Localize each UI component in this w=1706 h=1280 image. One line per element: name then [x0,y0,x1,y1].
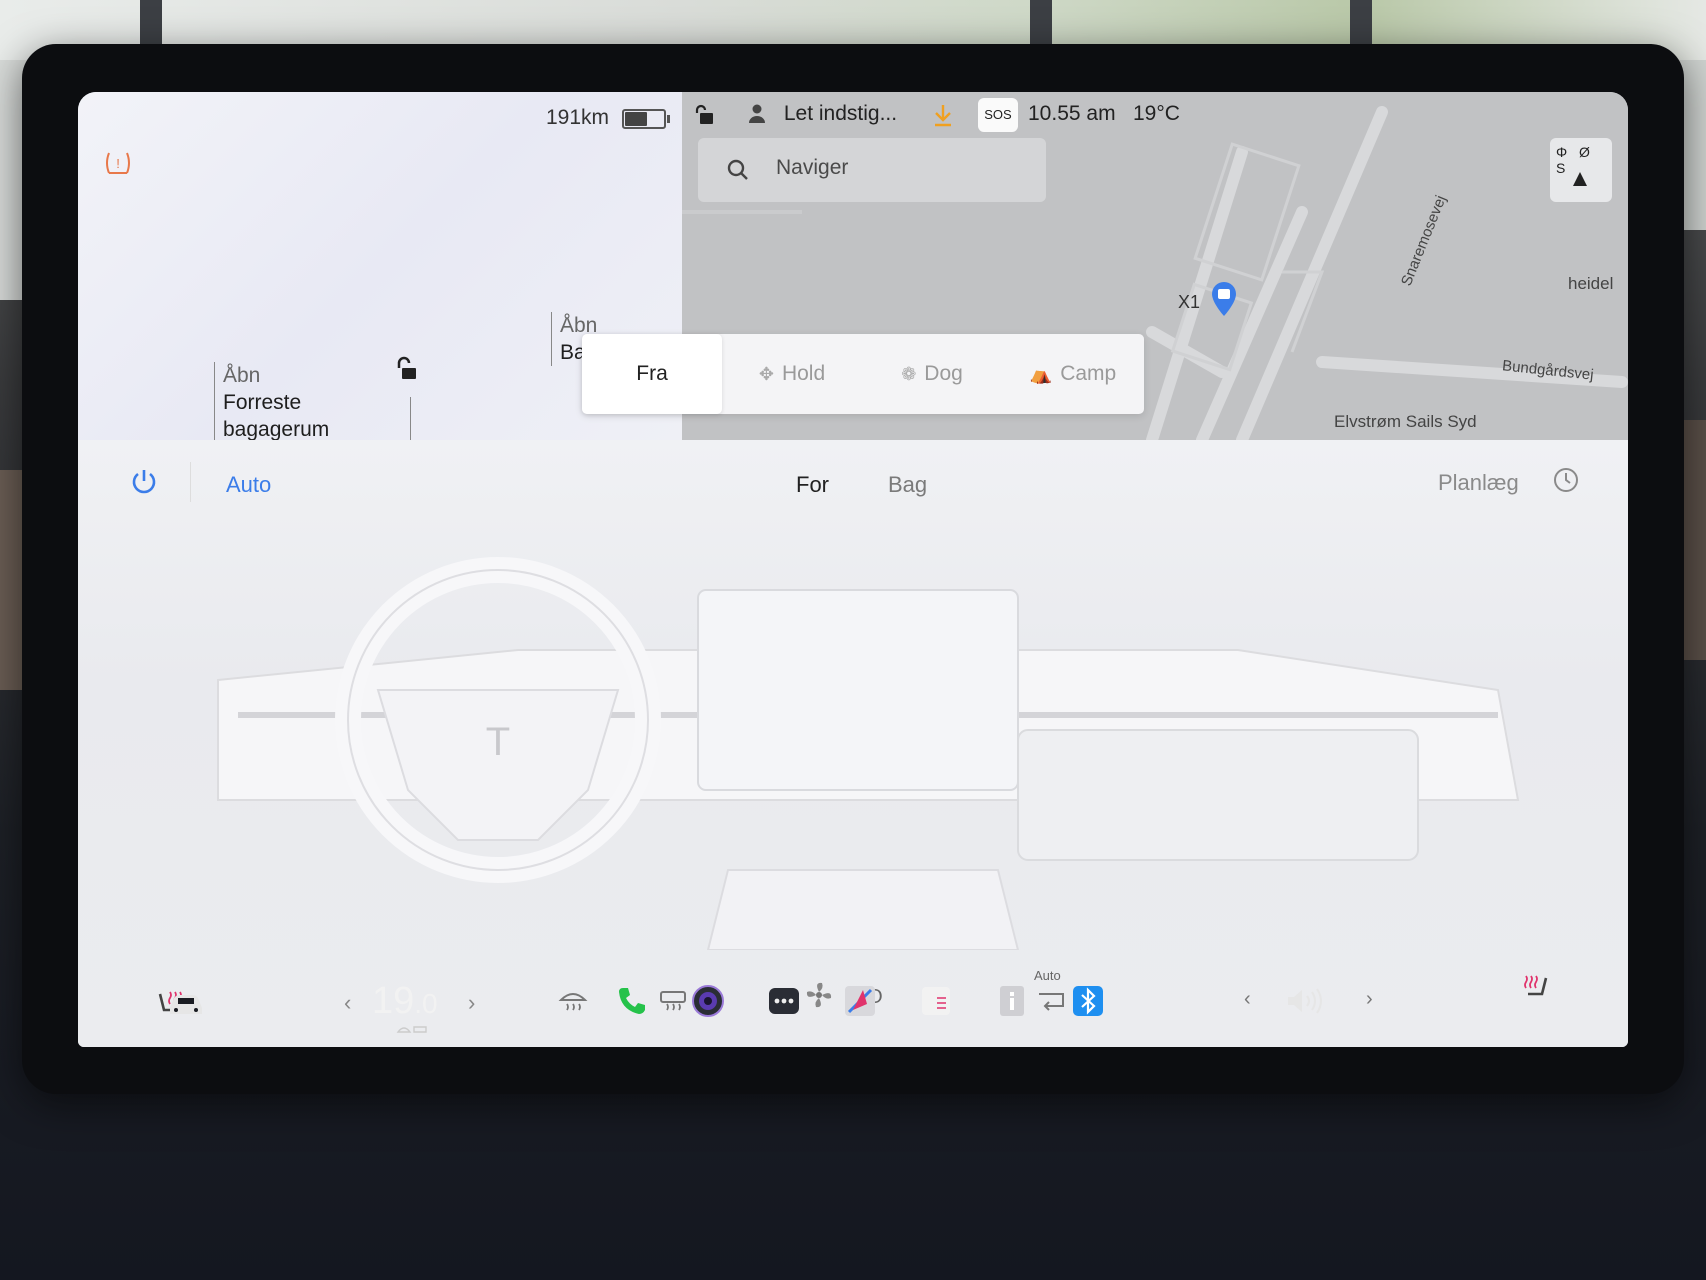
climate-panel: Auto For Bag Planlæg T Auto [78,440,1628,1047]
front-trunk-label-1: Forreste [223,391,302,414]
tab-rear[interactable]: Bag [888,472,927,498]
mode-dog-button[interactable]: ❁ Dog [862,334,1002,414]
power-icon[interactable] [130,468,158,496]
tab-front[interactable]: For [796,472,829,498]
paw-icon: ❁ [901,364,917,384]
open-front-trunk-button[interactable]: Åbn Forreste bagagerum [214,362,329,443]
svg-text:!: ! [116,156,120,171]
fan-icon: ✥ [758,364,774,384]
defrost-status-icon [396,1026,427,1033]
battery-nub [667,115,670,123]
heading-arrow-icon [1573,172,1587,186]
touchscreen: ! 191km Åbn Forreste bagagerum Åbn Ba Le… [78,92,1628,1047]
map-place-label: heidel [1568,274,1614,293]
volume-down-button[interactable]: ‹ [1244,988,1251,1011]
mode-camp-button[interactable]: ⛺ Camp [1002,334,1144,414]
compass-button[interactable]: Φ Ø S [1550,138,1612,202]
temp-increase-button[interactable]: › [468,990,475,1016]
search-icon [727,159,748,180]
person-icon [749,104,765,123]
cabin-overheat-selector: Fra ✥ Hold ❁ Dog ⛺ Camp [582,334,1144,414]
navigation-icon[interactable] [843,984,877,1018]
car-icon[interactable] [166,992,206,1018]
profile-name: Let indstig... [783,102,898,125]
cabin-temperature[interactable]: 19.0 [372,980,438,1023]
search-placeholder: Naviger [776,156,849,179]
front-trunk-action: Åbn [223,364,261,387]
navigation-search-field[interactable]: Naviger [698,138,1046,202]
map-place-label: Elvstrøm Sails Syd [1334,412,1477,431]
tent-icon: ⛺ [1029,364,1053,384]
outside-temperature: 19°C [1133,102,1180,125]
temp-decrease-button[interactable]: ‹ [344,990,351,1016]
svg-text:T: T [486,720,510,764]
unlock-icon[interactable] [394,356,420,382]
volume-up-button[interactable]: › [1366,988,1373,1011]
clock: 10.55 am [1028,102,1116,125]
clock-icon[interactable] [1552,466,1580,494]
bluetooth-icon[interactable] [1071,984,1105,1018]
manual-icon[interactable] [995,984,1029,1018]
divider [190,462,191,502]
mode-camp-label: Camp [1060,362,1117,385]
range-readout: 191km [546,106,610,129]
status-bar: Let indstig... SOS 10.55 am 19°C [682,92,1628,136]
sos-button[interactable]: SOS [978,98,1018,132]
mode-off-button[interactable]: Fra [582,334,722,414]
more-icon[interactable] [767,984,801,1018]
map-poi-label: X1 [1178,292,1201,312]
tire-pressure-warning-icon[interactable]: ! [104,150,132,176]
mode-keep-button[interactable]: ✥ Hold [722,334,862,414]
calendar-icon[interactable] [919,984,953,1018]
battery-fill [625,112,647,126]
cabin-interior-illustration: T [217,557,1520,950]
schedule-button[interactable]: Planlæg [1438,470,1519,496]
phone-icon[interactable] [615,984,649,1018]
temp-decimal: .0 [414,988,438,1019]
driver-profile-button[interactable]: Let indstig... [748,102,897,126]
divider [410,397,411,440]
front-trunk-label-2: bagagerum [223,418,330,441]
volume-icon[interactable] [1284,986,1328,1016]
battery-icon [622,109,670,129]
temp-integer: 19 [372,980,415,1022]
climate-auto-button[interactable]: Auto [226,472,271,498]
lock-icon[interactable] [694,104,716,126]
map-pin-icon[interactable] [1210,280,1238,320]
mode-dog-label: Dog [924,362,963,385]
camera-icon[interactable] [691,984,725,1018]
bottom-dock: ‹ 19.0 › ‹ › [78,962,1628,1048]
download-icon[interactable] [932,103,954,127]
mode-keep-label: Hold [781,362,826,385]
mode-off-label: Fra [636,362,668,385]
